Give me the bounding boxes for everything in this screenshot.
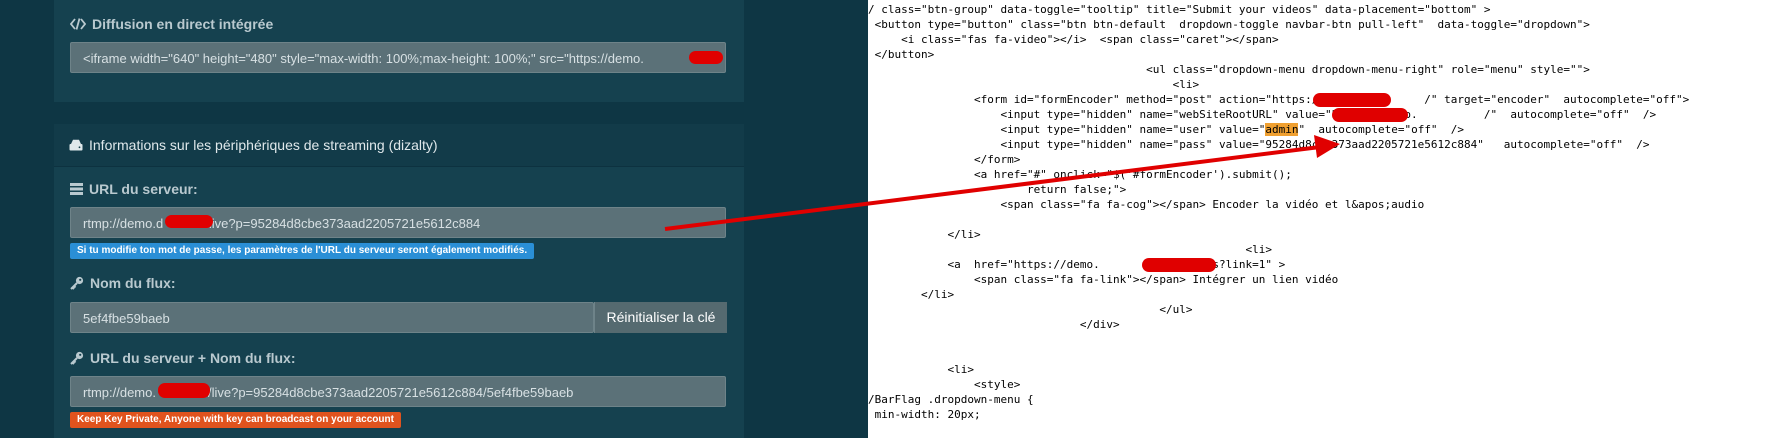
code-line: </ul> xyxy=(868,303,1193,316)
key-icon xyxy=(70,351,84,365)
code-line: <ul class="dropdown-menu dropdown-menu-r… xyxy=(868,63,1590,76)
code-line: min-width: 20px; xyxy=(868,408,981,421)
reset-key-button[interactable]: Réinitialiser la clé xyxy=(594,302,727,333)
html-source-viewer: / class="btn-group" data-toggle="tooltip… xyxy=(868,0,1780,438)
code-line: </div> xyxy=(868,318,1120,331)
code-line: </li> xyxy=(868,228,981,241)
stream-name-label-text: Nom du flux: xyxy=(90,275,176,291)
live-embed-title: Diffusion en direct intégrée xyxy=(92,16,274,32)
code-text: " autocomplete="off" /> xyxy=(1298,123,1465,136)
redaction-mark xyxy=(1313,93,1391,107)
redaction-mark xyxy=(1142,258,1216,272)
streaming-devices-title: Informations sur les périphériques de st… xyxy=(89,137,438,153)
code-line: <li> xyxy=(868,78,1200,91)
code-text: <input type="hidden" name="user" value=" xyxy=(868,123,1266,136)
code-line: / class="btn-group" data-toggle="tooltip… xyxy=(868,3,1491,16)
settings-panel-screenshot: Diffusion en direct intégrée <iframe wid… xyxy=(0,0,868,438)
stream-name-label: Nom du flux: xyxy=(70,275,176,291)
code-line: <span class="fa fa-cog"></span> Encoder … xyxy=(868,198,1425,211)
server-url-value-end: /live?p=95284d8cbe373aad2205721e5612c884 xyxy=(205,216,481,231)
redaction-mark xyxy=(689,51,723,64)
stream-name-value: 5ef4fbe59baeb xyxy=(83,311,170,326)
code-icon xyxy=(70,18,86,30)
redaction-mark xyxy=(165,215,213,228)
key-private-warning-badge: Keep Key Private, Anyone with key can br… xyxy=(70,412,401,428)
server-url-value-start: rtmp://demo.d xyxy=(83,216,164,231)
hdd-icon xyxy=(69,139,83,151)
code-line: <a href="#" onclick="$('#formEncoder').s… xyxy=(868,168,1292,181)
code-line: </button> xyxy=(868,48,935,61)
live-embed-label: Diffusion en direct intégrée xyxy=(70,16,273,32)
code-line: <style> xyxy=(868,378,1021,391)
streaming-devices-label: Informations sur les périphériques de st… xyxy=(69,137,438,153)
full-url-label-text: URL du serveur + Nom du flux: xyxy=(90,350,296,366)
full-url-label: URL du serveur + Nom du flux: xyxy=(70,350,296,366)
redaction-mark xyxy=(158,383,210,398)
code-line: <button type="button" class="btn btn-def… xyxy=(868,18,1590,31)
embed-code-field[interactable]: <iframe width="640" height="480" style="… xyxy=(70,42,726,73)
code-line: </li> xyxy=(868,288,955,301)
code-line: <li> xyxy=(868,363,974,376)
embed-code-value: <iframe width="640" height="480" style="… xyxy=(83,51,644,66)
code-line: <span class="fa fa-link"></span> Intégre… xyxy=(868,273,1339,286)
server-url-label-text: URL du serveur: xyxy=(89,181,198,197)
live-embed-panel: Diffusion en direct intégrée <iframe wid… xyxy=(54,0,744,102)
code-line: <a href="https://demo. /mvideos?link=1" … xyxy=(868,258,1286,271)
redaction-mark xyxy=(1332,108,1408,122)
code-line-user: <input type="hidden" name="user" value="… xyxy=(868,122,1464,137)
code-line: <li> xyxy=(868,243,1272,256)
code-line: return false;"> xyxy=(868,183,1127,196)
streaming-devices-header: Informations sur les périphériques de st… xyxy=(54,124,744,167)
code-line-pass: <input type="hidden" name="pass" value="… xyxy=(868,138,1650,151)
key-icon xyxy=(70,276,84,290)
full-url-value-start: rtmp://demo. xyxy=(83,385,156,400)
streaming-devices-panel: Informations sur les périphériques de st… xyxy=(54,124,744,438)
code-line: /BarFlag .dropdown-menu { xyxy=(868,393,1034,406)
code-line: <input type="hidden" name="webSiteRootUR… xyxy=(868,108,1657,121)
highlighted-username: admin xyxy=(1265,123,1299,136)
code-line: <form id="formEncoder" method="post" act… xyxy=(868,93,1690,106)
stream-name-field[interactable]: 5ef4fbe59baeb xyxy=(70,302,594,333)
code-line: </form> xyxy=(868,153,1021,166)
code-line: <i class="fas fa-video"></i> <span class… xyxy=(868,33,1279,46)
server-url-label: URL du serveur: xyxy=(70,181,198,197)
server-url-info-badge: Si tu modifie ton mot de passe, les para… xyxy=(70,243,535,259)
server-icon xyxy=(70,183,83,195)
full-url-value-end: /live?p=95284d8cbe373aad2205721e5612c884… xyxy=(207,385,574,400)
